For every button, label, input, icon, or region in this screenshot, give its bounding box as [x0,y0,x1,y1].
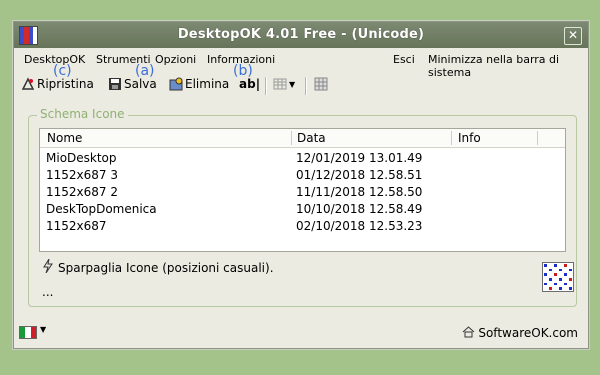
rename-icon: ab| [239,77,261,91]
save-button[interactable]: Salva [108,77,157,91]
delete-button[interactable]: Elimina [169,77,229,91]
close-button[interactable]: ✕ [564,27,582,45]
group-legend: Schema Icone [37,107,128,121]
table-row[interactable]: DeskTopDomenica 10/10/2018 12.58.49 [40,201,565,218]
site-label: SoftwareOK.com [478,326,578,340]
status-dots: ... [42,285,54,299]
header-divider[interactable] [291,131,292,145]
chevron-down-icon: ▼ [289,79,296,89]
row-date: 01/12/2018 12.58.51 [296,168,423,182]
header-info[interactable]: Info [458,131,481,145]
header-data[interactable]: Data [297,131,326,145]
rename-button[interactable]: ab| [239,77,260,91]
header-nome[interactable]: Nome [47,131,82,145]
schema-list[interactable]: Nome Data Info MioDesktop 12/01/2019 13.… [39,128,566,252]
status-text[interactable]: Sparpaglia Icone (posizioni casuali). [58,261,274,275]
lightning-icon [42,258,54,276]
header-divider[interactable] [537,131,538,145]
footer: ▼ SoftwareOK.com [14,322,588,344]
row-name: MioDesktop [46,151,117,165]
softwareok-link[interactable]: SoftwareOK.com [462,325,578,341]
delete-icon [169,77,183,91]
view-menu-button[interactable]: ▼ [273,77,295,91]
restore-button[interactable]: Ripristina [21,77,94,91]
row-date: 12/01/2019 13.01.49 [296,151,423,165]
layout-icon [314,77,328,91]
title-bar[interactable]: DesktopOK 4.01 Free - (Unicode) ✕ [14,22,588,48]
restore-label: Ripristina [37,77,94,91]
save-label: Salva [124,77,157,91]
restore-icon [21,77,35,91]
layout-button[interactable] [314,77,328,91]
table-row[interactable]: 1152x687 2 11/11/2018 12.58.50 [40,184,565,201]
window-title: DesktopOK 4.01 Free - (Unicode) [177,27,425,42]
table-row[interactable]: 1152x687 3 01/12/2018 12.58.51 [40,167,565,184]
status-line: Sparpaglia Icone (posizioni casuali). [42,258,274,276]
row-date: 11/11/2018 12.58.50 [296,185,423,199]
floppy-icon [108,77,122,91]
row-name: 1152x687 [46,219,107,233]
delete-label: Elimina [185,77,230,91]
menu-bar: DesktopOK Strumenti Opzioni Informazioni… [14,51,588,79]
chevron-down-icon[interactable]: ▼ [40,325,46,334]
row-date: 10/10/2018 12.58.49 [296,202,423,216]
row-date: 02/10/2018 12.53.23 [296,219,423,233]
toolbar-separator [265,77,267,95]
toolbar-separator-2 [305,77,307,95]
grid-icon [273,77,287,91]
desktopok-logo-icon[interactable] [542,262,574,292]
menu-opzioni[interactable]: Opzioni [155,53,196,66]
row-name: 1152x687 3 [46,168,118,182]
table-row[interactable]: MioDesktop 12/01/2019 13.01.49 [40,150,565,167]
home-icon [462,325,475,341]
list-header: Nome Data Info [40,129,565,148]
row-name: DeskTopDomenica [46,202,157,216]
italian-flag-icon[interactable] [19,326,37,339]
menu-esci[interactable]: Esci [393,53,415,66]
header-divider[interactable] [451,131,452,145]
toolbar: Ripristina Salva Elimina ab| ▼ [14,74,588,96]
row-name: 1152x687 2 [46,185,118,199]
table-row[interactable]: 1152x687 02/10/2018 12.53.23 [40,218,565,235]
app-window: DesktopOK 4.01 Free - (Unicode) ✕ Deskto… [13,21,589,349]
